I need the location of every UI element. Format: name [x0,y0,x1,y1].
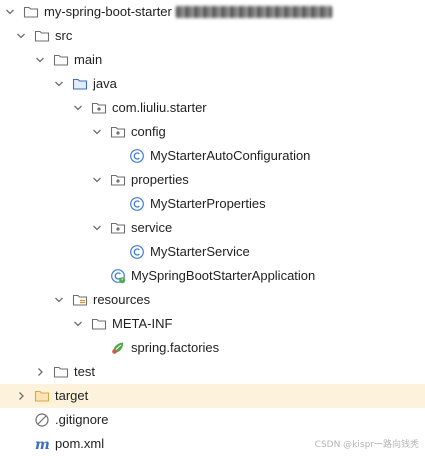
tree-node-properties[interactable]: properties [0,168,425,192]
tree-node-config[interactable]: config [0,120,425,144]
class-icon [129,196,145,212]
java-label: java [93,76,117,91]
tree-node-app-class[interactable]: MySpringBootStarterApplication [0,264,425,288]
tree-node-main[interactable]: main [0,48,425,72]
package-icon [110,220,126,236]
folder-icon [34,28,50,44]
tree-node-gitignore[interactable]: .gitignore [0,408,425,432]
config-label: config [131,124,166,139]
tree-node-test[interactable]: test [0,360,425,384]
config-class-label: MyStarterAutoConfiguration [150,148,311,163]
chevron-down-icon[interactable] [71,101,85,115]
src-label: src [55,28,73,43]
ignore-file-icon [34,412,50,428]
main-label: main [74,52,103,67]
tree-node-config-class[interactable]: MyStarterAutoConfiguration [0,144,425,168]
package-icon [110,124,126,140]
meta-inf-label: META-INF [112,316,173,331]
tree-node-meta-inf[interactable]: META-INF [0,312,425,336]
chevron-down-icon[interactable] [90,173,104,187]
chevron-down-icon[interactable] [52,293,66,307]
tree-node-target[interactable]: target [0,384,425,408]
chevron-down-icon[interactable] [33,53,47,67]
properties-label: properties [131,172,189,187]
root-label: my-spring-boot-starter [44,4,172,19]
tree-node-package[interactable]: com.liuliu.starter [0,96,425,120]
chevron-down-icon[interactable] [71,317,85,331]
package-icon [91,100,107,116]
chevron-down-icon[interactable] [90,125,104,139]
tree-node-java[interactable]: java [0,72,425,96]
resources-folder-icon [72,292,88,308]
folder-icon [53,364,69,380]
chevron-right-icon[interactable] [33,365,47,379]
chevron-down-icon[interactable] [90,221,104,235]
pom-label: pom.xml [55,436,105,451]
gitignore-label: .gitignore [55,412,109,427]
chevron-down-icon[interactable] [52,77,66,91]
app-class-label: MySpringBootStarterApplication [131,268,316,283]
resources-label: resources [93,292,151,307]
test-label: test [74,364,95,379]
spring-boot-class-icon [110,268,126,284]
class-icon [129,148,145,164]
properties-class-label: MyStarterProperties [150,196,266,211]
svg-text:m: m [35,437,50,452]
tree-node-src[interactable]: src [0,24,425,48]
chevron-right-icon[interactable] [14,389,28,403]
tree-node-service-class[interactable]: MyStarterService [0,240,425,264]
root-suffix-blurred [175,6,332,18]
service-class-label: MyStarterService [150,244,250,259]
maven-icon: m [34,436,50,452]
tree-node-service[interactable]: service [0,216,425,240]
chevron-down-icon[interactable] [14,29,28,43]
factories-label: spring.factories [131,340,220,355]
tree-node-root[interactable]: my-spring-boot-starter [0,0,425,24]
class-icon [129,244,145,260]
tree-node-factories[interactable]: spring.factories [0,336,425,360]
service-label: service [131,220,173,235]
folder-icon [53,52,69,68]
source-folder-icon [72,76,88,92]
target-label: target [55,388,89,403]
watermark: CSDN @kispr一路向钱秃 [314,440,419,450]
package-label: com.liuliu.starter [112,100,207,115]
folder-icon [91,316,107,332]
folder-icon [34,388,50,404]
tree-node-resources[interactable]: resources [0,288,425,312]
package-icon [110,172,126,188]
chevron-down-icon[interactable] [3,5,17,19]
tree-node-properties-class[interactable]: MyStarterProperties [0,192,425,216]
spring-factories-icon [110,340,126,356]
folder-icon [23,4,39,20]
